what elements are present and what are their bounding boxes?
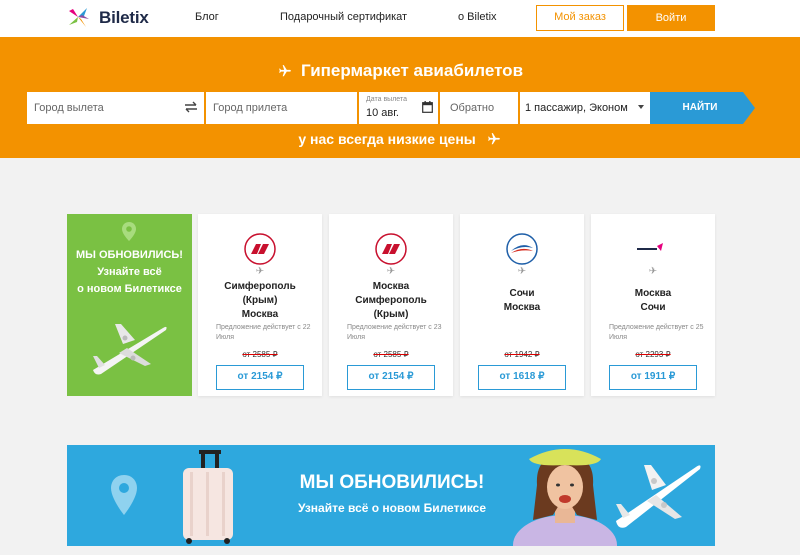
passengers-select[interactable]: 1 пассажир, Эконом [520, 92, 650, 124]
deal-card[interactable]: ✈ Симферополь (Крым) Москва Предложение … [198, 214, 322, 396]
route-line: Сочи [509, 288, 535, 299]
price-button[interactable]: от 2154 ₽ [216, 365, 304, 390]
calendar-icon[interactable] [422, 101, 433, 113]
rossiya-logo [506, 233, 538, 265]
location-pin-icon [111, 475, 137, 515]
departure-date-label: Дата вылета [366, 96, 407, 103]
swap-icon[interactable] [184, 101, 198, 113]
nav-link-blog[interactable]: Блог [195, 11, 219, 23]
departure-city-field[interactable]: Город вылета [27, 92, 204, 124]
hero-title-text: Гипермаркет авиабилетов [300, 61, 524, 80]
route-line: Симферополь [355, 295, 427, 306]
promo-line: о новом Билетиксе [77, 283, 182, 295]
smartavia-logo [637, 243, 663, 251]
suitcase-illustration [183, 450, 233, 544]
route-line: Москва [503, 302, 541, 313]
plane-icon: ✈ [255, 266, 265, 277]
banner-title: МЫ ОБНОВИЛИСЬ! [299, 472, 485, 493]
old-price: от 2585 ₽ [373, 350, 409, 359]
my-order-button[interactable]: Мой заказ [536, 5, 624, 31]
departure-date-field[interactable]: Дата вылета 10 авг. [359, 92, 438, 124]
arrival-city-placeholder: Город прилета [213, 102, 288, 114]
location-pin-icon [122, 222, 136, 241]
return-date-placeholder: Обратно [450, 102, 495, 114]
deal-route: Москва Сочи [591, 287, 715, 315]
promo-card[interactable]: МЫ ОБНОВИЛИСЬ! Узнайте всё о новом Билет… [67, 214, 192, 396]
search-button-label: НАЙТИ [682, 102, 718, 113]
woman-photo [513, 449, 617, 546]
nav-link-about[interactable]: о Biletix [458, 11, 497, 23]
hero-section: Гипермаркет авиабилетов Город вылета Гор… [0, 37, 800, 158]
deal-card[interactable]: ✈ Москва Симферополь (Крым) Предложение … [329, 214, 453, 396]
chevron-down-icon [638, 105, 644, 109]
plane-icon: ✈ [648, 266, 658, 277]
offer-text: Предложение действует с 25 Июля [609, 324, 704, 341]
offer-text: Предложение действует с 23 Июля [347, 324, 442, 341]
promo-banner[interactable]: МЫ ОБНОВИЛИСЬ! Узнайте всё о новом Билет… [67, 445, 715, 546]
nav-link-gift-certificate[interactable]: Подарочный сертификат [280, 11, 407, 23]
biletix-logo[interactable]: Biletix [67, 7, 149, 29]
price-button[interactable]: от 2154 ₽ [347, 365, 435, 390]
route-line: Москва [634, 288, 672, 299]
price-button[interactable]: от 1618 ₽ [478, 365, 566, 390]
departure-city-placeholder: Город вылета [34, 102, 104, 114]
plane-icon [279, 65, 291, 77]
hero-subtitle-text: у нас всегда низкие цены [298, 131, 476, 147]
deal-route: Симферополь (Крым) Москва [198, 280, 322, 322]
biletix-logo-icon [69, 8, 89, 27]
promo-text: МЫ ОБНОВИЛИСЬ! Узнайте всё о новом Билет… [67, 247, 192, 298]
deal-card[interactable]: ✈ Сочи Москва от 1942 ₽ от 1618 ₽ [460, 214, 584, 396]
route-line: Симферополь [224, 281, 296, 292]
route-line: Москва [241, 309, 279, 320]
deal-route: Сочи Москва [460, 287, 584, 315]
deal-card[interactable]: ✈ Москва Сочи Предложение действует с 25… [591, 214, 715, 396]
plane-icon: ✈ [517, 266, 527, 277]
offer-text: Предложение действует с 22 Июля [216, 324, 311, 341]
promo-line: Узнайте всё [97, 266, 162, 278]
search-bar: Город вылета Город прилета Дата вылета 1… [27, 92, 652, 124]
price-button[interactable]: от 1911 ₽ [609, 365, 697, 390]
nordwind-logo [375, 233, 407, 265]
promo-line: МЫ ОБНОВИЛИСЬ! [76, 249, 183, 261]
nordwind-logo [244, 233, 276, 265]
logo-text: Biletix [99, 8, 149, 27]
airplane-illustration [93, 324, 167, 375]
departure-date-value: 10 авг. [366, 107, 399, 119]
banner-subtitle: Узнайте всё о новом Билетиксе [297, 501, 487, 515]
route-line: Москва [372, 281, 410, 292]
route-line: (Крым) [242, 295, 278, 306]
old-price: от 2585 ₽ [242, 350, 278, 359]
search-button[interactable]: НАЙТИ [650, 92, 755, 124]
return-date-field[interactable]: Обратно [440, 92, 518, 124]
old-price: от 1942 ₽ [504, 350, 540, 359]
route-line: (Крым) [373, 309, 409, 320]
hero-title: Гипермаркет авиабилетов [0, 61, 800, 81]
arrival-city-field[interactable]: Город прилета [206, 92, 357, 124]
login-button[interactable]: Войти [627, 5, 715, 31]
plane-icon: ✈ [386, 266, 396, 277]
deal-route: Москва Симферополь (Крым) [329, 280, 453, 322]
hero-subtitle: у нас всегда низкие цены [0, 131, 800, 147]
old-price: от 2293 ₽ [635, 350, 671, 359]
airplane-illustration [616, 465, 701, 528]
route-line: Сочи [640, 302, 666, 313]
plane-icon [487, 133, 500, 145]
site-header: Biletix Блог Подарочный сертификат о Bil… [0, 0, 800, 37]
passengers-value: 1 пассажир, Эконом [525, 102, 628, 114]
